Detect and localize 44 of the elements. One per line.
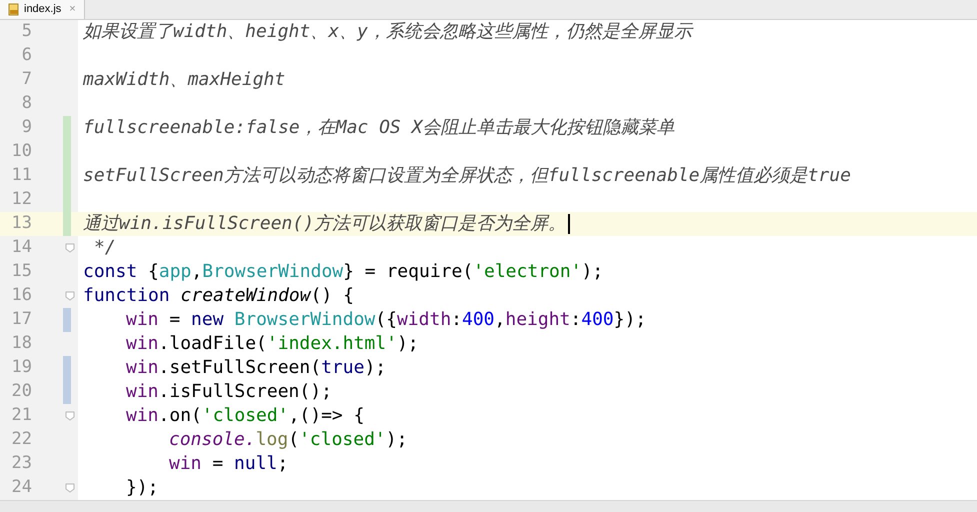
- code-line: win = null;: [169, 452, 288, 476]
- line-number: 19: [12, 356, 32, 380]
- line-number: 6: [22, 44, 32, 68]
- code-line: win.isFullScreen();: [126, 380, 332, 404]
- code-line: const {app,BrowserWindow} = require('electron');: [83, 260, 604, 284]
- code-line: setFullScreen方法可以动态将窗口设置为全屏状态，但fullscreenable属性值必须是true: [83, 164, 851, 188]
- text-cursor: [568, 214, 570, 234]
- line-number: 12: [12, 188, 32, 212]
- fold-icon[interactable]: [65, 291, 75, 301]
- fold-icon[interactable]: [65, 411, 75, 421]
- line-number: 21: [12, 404, 32, 428]
- code-line: });: [126, 476, 159, 500]
- tab-label: index.js: [24, 2, 62, 17]
- file-tab[interactable]: index.js ×: [0, 0, 85, 19]
- code-line: function createWindow() {: [83, 284, 354, 308]
- line-number: 13: [12, 212, 32, 236]
- code-line: win.setFullScreen(true);: [126, 356, 386, 380]
- line-number: 7: [22, 68, 32, 92]
- line-number: 8: [22, 92, 32, 116]
- line-number: 10: [12, 140, 32, 164]
- code-line: maxWidth、maxHeight: [83, 68, 286, 92]
- line-number: 18: [12, 332, 32, 356]
- code-line: */: [94, 236, 116, 260]
- code-line: win.on('closed',()=> {: [126, 404, 364, 428]
- fold-icon[interactable]: [65, 483, 75, 493]
- line-number: 16: [12, 284, 32, 308]
- line-number: 24: [12, 476, 32, 500]
- line-number: 15: [12, 260, 32, 284]
- code-line: 如果设置了width、height、x、y，系统会忽略这些属性，仍然是全屏显示: [83, 20, 692, 44]
- code-line: fullscreenable:false，在Mac OS X会阻止单击最大化按钮隐藏菜单: [83, 116, 674, 140]
- line-number: 20: [12, 380, 32, 404]
- line-number: 11: [12, 164, 32, 188]
- line-number: 9: [22, 116, 32, 140]
- code-line: win = new BrowserWindow({width:400,height:400});: [126, 308, 646, 332]
- code-line: console.log('closed');: [169, 428, 408, 452]
- line-number: 14: [12, 236, 32, 260]
- code-line: 通过win.isFullScreen()方法可以获取窗口是否为全屏。: [83, 212, 566, 236]
- fold-icon[interactable]: [65, 243, 75, 253]
- line-number: 5: [22, 20, 32, 44]
- line-number: 23: [12, 452, 32, 476]
- line-number: 17: [12, 308, 32, 332]
- code-line: win.loadFile('index.html');: [126, 332, 419, 356]
- line-number: 22: [12, 428, 32, 452]
- js-file-icon: [8, 2, 20, 16]
